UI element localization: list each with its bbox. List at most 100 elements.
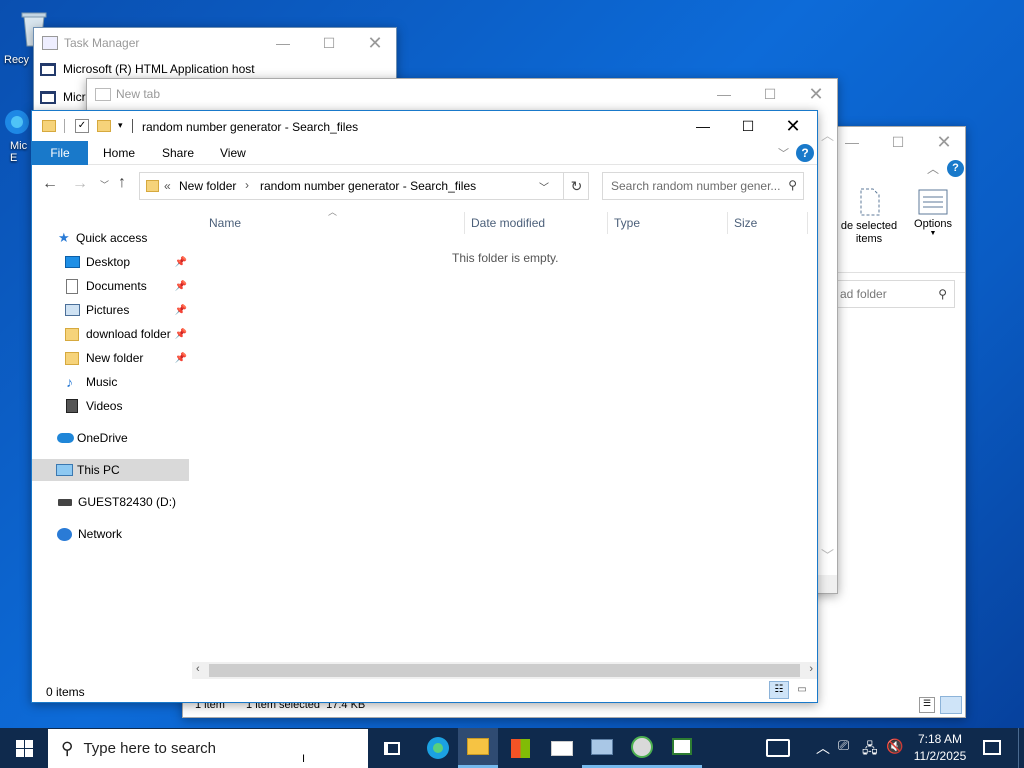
- media-taskbar-button[interactable]: [622, 728, 662, 768]
- search-input[interactable]: ad folder ⚲: [833, 280, 955, 308]
- sidebar-item-this-pc[interactable]: This PC: [32, 459, 189, 481]
- sidebar-item-download-folder[interactable]: download folder 📌: [32, 323, 189, 345]
- ribbon-collapse-icon[interactable]: ︿: [927, 160, 939, 177]
- task-view-button[interactable]: [372, 728, 412, 768]
- recent-locations-icon[interactable]: ﹀: [100, 178, 109, 191]
- photos-taskbar-button[interactable]: [582, 728, 622, 768]
- tab-view[interactable]: View: [220, 141, 246, 165]
- maximize-button[interactable]: ☐: [306, 28, 352, 58]
- maximize-button[interactable]: ☐: [725, 111, 771, 141]
- breadcrumb-chevron-icon[interactable]: ›: [245, 178, 249, 192]
- new-folder-icon[interactable]: [97, 120, 111, 132]
- refresh-button[interactable]: ↻: [563, 173, 589, 199]
- news-widget-icon[interactable]: [766, 739, 790, 757]
- scroll-left-icon[interactable]: ‹: [196, 663, 200, 675]
- store-taskbar-button[interactable]: [500, 728, 540, 768]
- large-icons-view-button[interactable]: ▭: [793, 682, 811, 698]
- address-bar[interactable]: « New folder › random number generator -…: [139, 172, 589, 200]
- scroll-down-icon[interactable]: ﹀: [821, 545, 834, 564]
- column-header-size[interactable]: Size: [728, 212, 808, 234]
- large-icons-view-button[interactable]: [940, 696, 962, 714]
- details-view-button[interactable]: ☷: [769, 681, 789, 699]
- taskbar-search-box[interactable]: ⚲ Type here to search I: [48, 729, 368, 768]
- mail-taskbar-button[interactable]: [542, 728, 582, 768]
- clock[interactable]: 7:18 AM 11/2/2025: [908, 731, 972, 765]
- pin-icon[interactable]: 📌: [175, 329, 187, 340]
- sidebar-item-music[interactable]: ♪ Music: [32, 371, 189, 393]
- sidebar-item-videos[interactable]: Videos: [32, 395, 189, 417]
- sidebar-item-onedrive[interactable]: OneDrive: [32, 427, 189, 449]
- close-button[interactable]: ✕: [793, 79, 839, 109]
- task-row[interactable]: Micr: [40, 90, 86, 104]
- properties-icon[interactable]: ✓: [75, 119, 89, 133]
- star-icon: ★: [58, 230, 70, 245]
- up-button[interactable]: ↑: [118, 174, 126, 192]
- pin-icon[interactable]: 📌: [175, 281, 187, 292]
- quick-access-dropdown-icon[interactable]: ▾: [118, 120, 123, 131]
- network-icon: [57, 527, 72, 541]
- nav-quick-access[interactable]: ★ Quick access: [32, 227, 189, 249]
- help-icon[interactable]: ?: [947, 160, 964, 177]
- task-manager-titlebar[interactable]: Task Manager — ☐ ✕: [34, 28, 396, 58]
- address-dropdown-icon[interactable]: ﹀: [539, 179, 549, 194]
- app-window-icon: [40, 90, 56, 104]
- help-icon[interactable]: ?: [796, 144, 814, 162]
- volume-muted-icon[interactable]: 🔇: [886, 738, 903, 755]
- close-button[interactable]: ✕: [352, 28, 398, 58]
- options-button[interactable]: Options ▼: [907, 189, 959, 237]
- tab-share[interactable]: Share: [162, 141, 194, 165]
- pin-icon[interactable]: 📌: [175, 353, 187, 364]
- details-view-button[interactable]: ☰: [919, 697, 935, 713]
- column-header-type[interactable]: Type: [608, 212, 728, 234]
- forward-button[interactable]: →: [72, 175, 88, 193]
- sidebar-item-network[interactable]: Network: [32, 523, 189, 545]
- column-header-date-modified[interactable]: Date modified: [465, 212, 608, 234]
- sidebar-item-pictures[interactable]: Pictures 📌: [32, 299, 189, 321]
- desktop-icon: [65, 256, 80, 268]
- minimize-button[interactable]: —: [701, 79, 747, 109]
- hide-selected-items-button[interactable]: de selected items: [833, 187, 905, 246]
- network-status-icon[interactable]: 🖧: [862, 738, 878, 762]
- tab-file[interactable]: File: [32, 141, 88, 165]
- maximize-button[interactable]: ☐: [747, 79, 793, 109]
- edge-desktop-icon[interactable]: Mic E: [2, 108, 32, 188]
- ribbon-expand-icon[interactable]: ﹀: [778, 145, 789, 161]
- tab-home[interactable]: Home: [103, 141, 135, 165]
- search-icon: ⚲: [938, 287, 947, 301]
- task-row[interactable]: Microsoft (R) HTML Application host: [40, 62, 255, 76]
- browser-titlebar[interactable]: New tab — ☐ ✕: [87, 79, 837, 109]
- minimize-button[interactable]: —: [260, 28, 306, 58]
- scrollbar-thumb[interactable]: [209, 664, 800, 677]
- breadcrumb-overflow[interactable]: «: [164, 179, 171, 193]
- edge-taskbar-button[interactable]: [418, 728, 458, 768]
- sidebar-item-documents[interactable]: Documents 📌: [32, 275, 189, 297]
- notifications-button[interactable]: [980, 736, 1004, 758]
- folder-icon: [65, 327, 79, 341]
- maximize-button[interactable]: ☐: [875, 127, 921, 157]
- app-taskbar-button[interactable]: [662, 728, 702, 768]
- close-button[interactable]: ✕: [770, 111, 816, 141]
- show-desktop-button[interactable]: [1018, 728, 1024, 768]
- pin-icon[interactable]: 📌: [175, 257, 187, 268]
- sidebar-item-new-folder[interactable]: New folder 📌: [32, 347, 189, 369]
- scroll-up-icon[interactable]: ︿: [821, 125, 834, 144]
- start-button[interactable]: [0, 728, 48, 768]
- meet-now-icon[interactable]: ⎚: [838, 737, 849, 754]
- minimize-button[interactable]: —: [680, 111, 726, 141]
- breadcrumb-item[interactable]: random number generator - Search_files: [260, 179, 476, 193]
- horizontal-scrollbar[interactable]: ‹ ›: [192, 662, 817, 679]
- file-explorer-window[interactable]: ✓ ▾ random number generator - Search_fil…: [31, 110, 818, 703]
- search-input[interactable]: Search random number gener... ⚲: [602, 172, 804, 200]
- close-button[interactable]: ✕: [921, 127, 967, 157]
- breadcrumb-item[interactable]: New folder: [179, 179, 236, 193]
- sidebar-item-desktop[interactable]: Desktop 📌: [32, 251, 189, 273]
- scroll-right-icon[interactable]: ›: [809, 663, 813, 675]
- back-button[interactable]: ←: [42, 175, 58, 193]
- pin-icon[interactable]: 📌: [175, 305, 187, 316]
- show-hidden-icons-button[interactable]: ︿: [816, 738, 830, 758]
- folder-icon: [65, 351, 79, 365]
- file-explorer-taskbar-button[interactable]: [458, 728, 498, 768]
- explorer-titlebar[interactable]: ✓ ▾ random number generator - Search_fil…: [32, 111, 817, 142]
- sidebar-item-drive-d[interactable]: GUEST82430 (D:): [32, 491, 189, 513]
- column-header-name[interactable]: Name: [204, 212, 465, 234]
